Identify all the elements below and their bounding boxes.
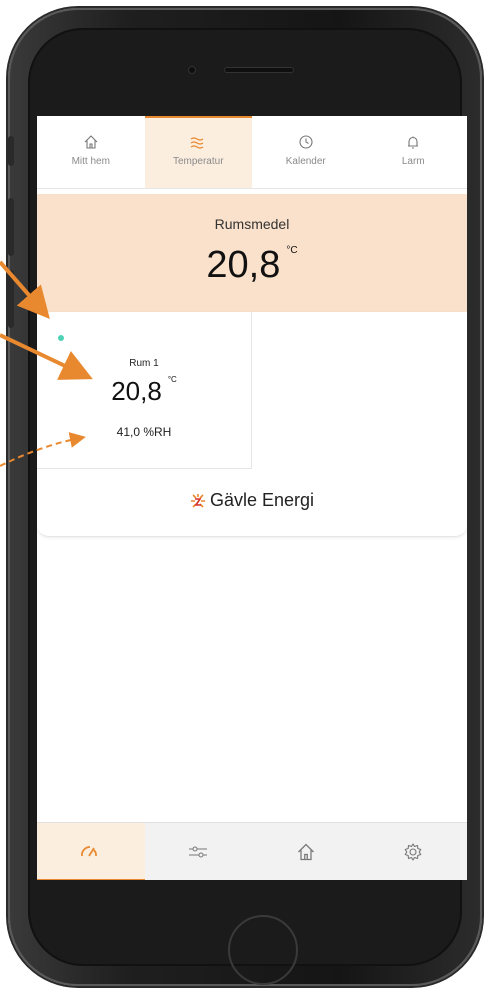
app-screen: Mitt hem Temperatur Kalender Larm Rumsme… [37, 116, 467, 880]
tab-label: Larm [401, 156, 425, 167]
bell-icon [405, 132, 421, 152]
volume-down-button [8, 270, 14, 328]
average-unit: °C [286, 245, 298, 257]
top-navigation: Mitt hem Temperatur Kalender Larm [37, 116, 467, 189]
gauge-icon [80, 846, 97, 857]
gear-icon [404, 843, 422, 861]
brand-name: Gävle Energi [209, 490, 315, 510]
average-temperature-panel: Rumsmedel 20,8 °C [37, 194, 467, 312]
home-icon [297, 843, 314, 861]
bottom-navigation [37, 822, 467, 880]
tab-temperatur[interactable]: Temperatur [144, 116, 252, 188]
tab-label: Kalender [285, 156, 326, 167]
average-value: 20,8 °C [37, 244, 467, 287]
heat-waves-icon [189, 132, 207, 152]
room-temperature: 20,8 °C [37, 375, 251, 407]
home-icon [83, 132, 99, 152]
tab-controls[interactable] [145, 823, 253, 880]
tab-home[interactable] [252, 823, 360, 880]
home-button[interactable] [228, 915, 298, 985]
status-dot [58, 335, 64, 341]
room-name: Rum 1 [129, 358, 159, 369]
tab-dashboard[interactable] [37, 823, 145, 880]
tab-label: Temperatur [172, 156, 224, 167]
tab-larm[interactable]: Larm [360, 116, 468, 188]
room-card[interactable]: Rum 1 20,8 °C 41,0 %RH [37, 312, 252, 469]
gavle-energi-logo-icon [190, 493, 205, 508]
earpiece-speaker [224, 67, 294, 73]
room-temperature-value: 20,8 [111, 376, 162, 406]
sliders-icon [189, 846, 208, 858]
front-camera [188, 66, 196, 74]
average-label: Rumsmedel [214, 216, 290, 232]
volume-up-button [8, 198, 14, 256]
room-humidity: 41,0 %RH [116, 425, 172, 439]
mute-switch [8, 136, 14, 166]
brand-logo: Gävle Energi [37, 490, 467, 511]
room-temperature-unit: °C [167, 375, 177, 385]
clock-icon [298, 132, 314, 152]
tab-kalender[interactable]: Kalender [252, 116, 360, 188]
tab-settings[interactable] [360, 823, 468, 880]
average-number: 20,8 [206, 244, 281, 286]
tab-label: Mitt hem [71, 156, 110, 167]
room-cards: Rum 1 20,8 °C 41,0 %RH Gävle Energi [37, 312, 467, 537]
tab-mitt-hem[interactable]: Mitt hem [37, 116, 145, 188]
